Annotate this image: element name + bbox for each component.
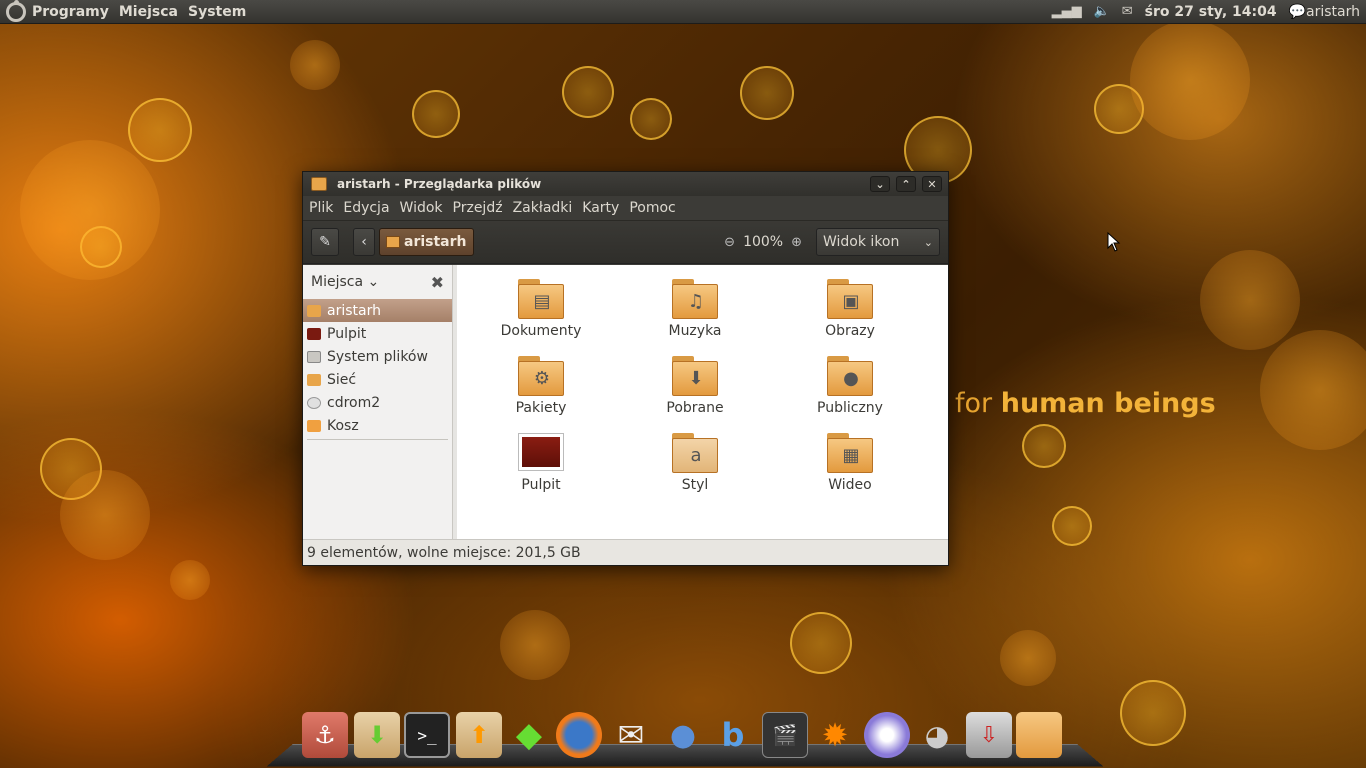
zoom-out-icon[interactable]: ⊖	[724, 235, 735, 250]
videos-folder-icon: ▦	[842, 445, 860, 466]
pidgin-icon[interactable]: ●	[660, 712, 706, 758]
sidebar-mode-select[interactable]: Miejsca ⌄	[311, 274, 379, 290]
menu-widok[interactable]: Widok	[400, 200, 443, 216]
breadcrumb-home[interactable]: aristarh	[379, 228, 474, 256]
sidebar-header: Miejsca ⌄ ✖	[303, 265, 452, 299]
volume-icon[interactable]: 🔈	[1094, 4, 1110, 19]
sidebar-item-system-plikow[interactable]: System plików	[303, 345, 452, 368]
blueman-icon[interactable]: b	[710, 712, 756, 758]
menu-plik[interactable]: Plik	[309, 200, 333, 216]
file-item-muzyka[interactable]: ♫ Muzyka	[640, 279, 750, 339]
pencil-icon: ✎	[319, 234, 331, 250]
downloads-folder-icon: ⬇	[688, 368, 704, 389]
wallpaper-tagline: for human beings	[955, 388, 1216, 419]
pictures-folder-icon: ▣	[842, 291, 860, 312]
usb-creator-icon[interactable]: ⇩	[966, 712, 1012, 758]
menu-edycja[interactable]: Edycja	[343, 200, 389, 216]
file-item-wideo[interactable]: ▦ Wideo	[795, 433, 905, 493]
menu-przejdz[interactable]: Przejdź	[453, 200, 503, 216]
menu-programy[interactable]: Programy	[32, 4, 109, 20]
file-item-obrazy[interactable]: ▣ Obrazy	[795, 279, 905, 339]
places-sidebar: Miejsca ⌄ ✖ aristarh Pulpit System plikó…	[303, 265, 453, 541]
titlebar[interactable]: aristarh - Przeglądarka plików ⌄ ⌃ ✕	[303, 172, 948, 196]
desktop-folder-icon	[518, 433, 564, 471]
mouse-cursor-icon	[1107, 232, 1121, 252]
sidebar-item-pulpit[interactable]: Pulpit	[303, 322, 452, 345]
zoom-in-icon[interactable]: ⊕	[791, 235, 802, 250]
folder-icon[interactable]	[1016, 712, 1062, 758]
dock: ⚓ ⬇ >_ ⬆ ◆ ✉ ● b 🎬 ✹ ◕ ⇩	[266, 708, 1104, 768]
sidebar-item-siec[interactable]: Sieć	[303, 368, 452, 391]
trash-icon	[307, 419, 321, 432]
sidebar-item-cdrom2[interactable]: cdrom2	[303, 391, 452, 414]
home-folder-icon	[386, 236, 400, 248]
edit-location-button[interactable]: ✎	[311, 228, 339, 256]
file-item-pakiety[interactable]: ⚙ Pakiety	[486, 356, 596, 416]
file-icon-view: ▤ Dokumenty ♫ Muzyka ▣ Obrazy ⚙ Pakiety …	[457, 265, 948, 541]
file-item-dokumenty[interactable]: ▤ Dokumenty	[486, 279, 596, 339]
home-folder-icon	[307, 304, 321, 317]
menu-system[interactable]: System	[188, 4, 246, 20]
cdrom-icon	[307, 396, 321, 409]
home-folder-icon	[311, 177, 327, 191]
file-item-pulpit[interactable]: Pulpit	[486, 433, 596, 493]
music-folder-icon: ♫	[687, 291, 705, 312]
statusbar: 9 elementów, wolne miejsce: 201,5 GB	[303, 539, 948, 565]
maximize-button[interactable]: ⌃	[896, 176, 916, 192]
menu-miejsca[interactable]: Miejsca	[119, 4, 178, 20]
menu-karty[interactable]: Karty	[582, 200, 619, 216]
terminal-icon[interactable]: >_	[404, 712, 450, 758]
top-panel: Programy Miejsca System ▂▄▆ 🔈 ✉ śro 27 s…	[0, 0, 1366, 24]
menubar: Plik Edycja Widok Przejdź Zakładki Karty…	[303, 196, 948, 220]
zoom-control: ⊖ 100% ⊕	[724, 234, 802, 250]
close-button[interactable]: ✕	[922, 176, 942, 192]
toolbar: ✎ ‹ aristarh ⊖ 100% ⊕ Widok ikon ⌄	[303, 220, 948, 264]
menu-pomoc[interactable]: Pomoc	[629, 200, 675, 216]
network-icon[interactable]: ▂▄▆	[1052, 4, 1082, 19]
chevron-left-icon: ‹	[361, 234, 367, 250]
ubuntu-logo-icon[interactable]	[6, 0, 26, 22]
harddisk-icon	[307, 350, 321, 363]
video-editor-icon[interactable]: 🎬	[762, 712, 808, 758]
download-box-icon[interactable]: ⬇	[354, 712, 400, 758]
style-folder-icon: a	[690, 445, 702, 466]
menu-zakladki[interactable]: Zakładki	[513, 200, 573, 216]
mail-icon[interactable]: ✉	[608, 712, 654, 758]
sidebar-item-kosz[interactable]: Kosz	[303, 414, 452, 437]
desktop-icon	[307, 327, 321, 340]
zoom-level[interactable]: 100%	[743, 234, 783, 250]
file-item-pobrane[interactable]: ⬇ Pobrane	[640, 356, 750, 416]
public-folder-icon: ●	[843, 368, 859, 389]
flame-icon[interactable]: ✹	[812, 712, 858, 758]
packages-folder-icon: ⚙	[533, 368, 551, 389]
view-mode-select[interactable]: Widok ikon ⌄	[816, 228, 940, 256]
clock[interactable]: śro 27 sty, 14:04	[1145, 4, 1277, 20]
file-item-publiczny[interactable]: ● Publiczny	[795, 356, 905, 416]
upload-box-icon[interactable]: ⬆	[456, 712, 502, 758]
mail-icon[interactable]: ✉	[1122, 4, 1133, 19]
documents-folder-icon: ▤	[533, 291, 551, 312]
file-manager-window: aristarh - Przeglądarka plików ⌄ ⌃ ✕ Pli…	[302, 171, 949, 566]
minimize-button[interactable]: ⌄	[870, 176, 890, 192]
network-icon	[307, 373, 321, 386]
chat-bubble-icon: 💬	[1288, 3, 1307, 20]
breadcrumb-back-button[interactable]: ‹	[353, 228, 375, 256]
anchor-icon[interactable]: ⚓	[302, 712, 348, 758]
gimp-icon[interactable]: ◕	[914, 712, 960, 758]
sidebar-divider	[307, 439, 448, 440]
sidebar-item-aristarh[interactable]: aristarh	[303, 299, 452, 322]
file-item-styl[interactable]: a Styl	[640, 433, 750, 493]
emerald-icon[interactable]: ◆	[506, 712, 552, 758]
aperture-icon[interactable]	[864, 712, 910, 758]
chevron-down-icon: ⌄	[923, 235, 933, 249]
window-title: aristarh - Przeglądarka plików	[337, 177, 542, 191]
user-menu[interactable]: 💬aristarh	[1289, 4, 1360, 20]
firefox-icon[interactable]	[556, 712, 602, 758]
close-sidebar-icon[interactable]: ✖	[431, 273, 444, 292]
